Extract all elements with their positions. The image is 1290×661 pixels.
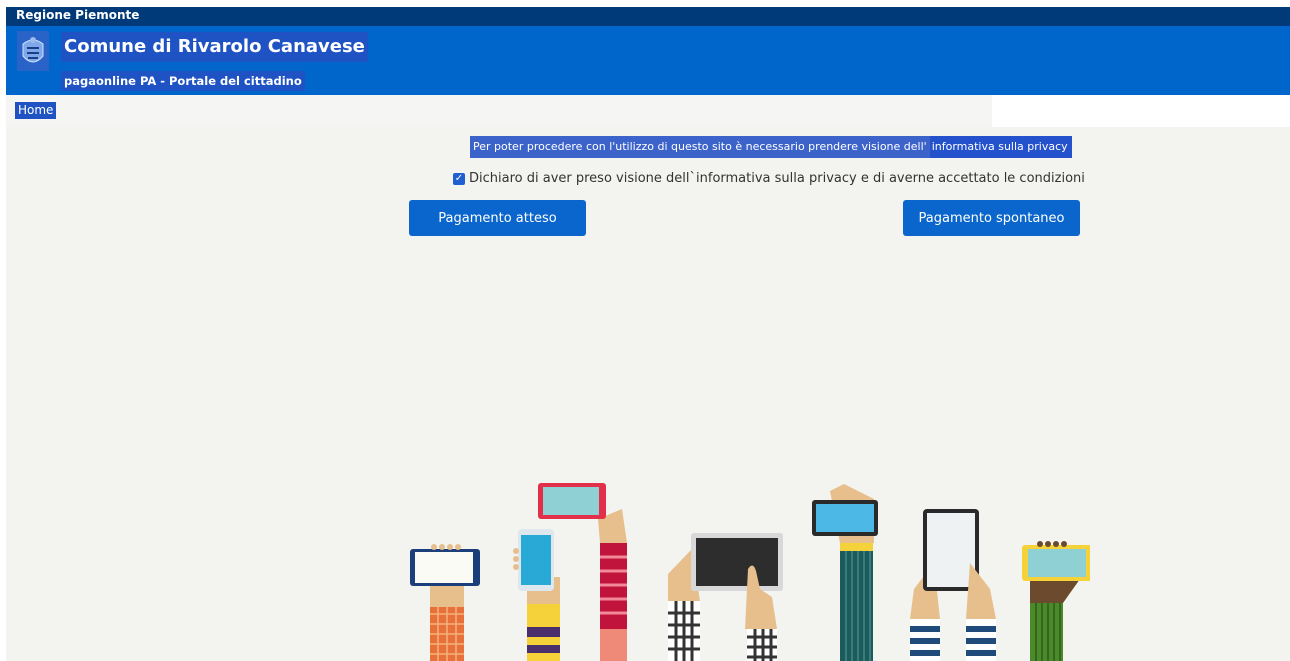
hands-with-devices-illustration	[410, 483, 1090, 661]
privacy-consent[interactable]: ✓ Dichiaro di aver preso visione dell`in…	[453, 171, 1085, 186]
consent-label: Dichiaro di aver preso visione dell`info…	[469, 171, 1085, 186]
breadcrumb: Home	[6, 95, 992, 127]
privacy-notice-text: Per poter procedere con l'utilizzo di qu…	[470, 136, 930, 158]
header: Comune di Rivarolo Canavese pagaonline P…	[6, 26, 1290, 95]
crest-icon	[17, 31, 49, 71]
municipality-title: Comune di Rivarolo Canavese	[61, 32, 368, 62]
expected-payment-button[interactable]: Pagamento atteso	[409, 200, 586, 236]
hand-phone-5-icon	[1022, 541, 1090, 661]
spontaneous-payment-button[interactable]: Pagamento spontaneo	[903, 200, 1080, 236]
hand-tablet-2-icon	[910, 509, 996, 661]
hand-phone-1-icon	[410, 544, 480, 661]
region-bar: Regione Piemonte	[6, 7, 1290, 26]
consent-checkbox[interactable]: ✓	[453, 172, 465, 185]
main-content: Per poter procedere con l'utilizzo di qu…	[6, 127, 1290, 661]
home-link[interactable]: Home	[15, 102, 57, 119]
hand-phone-2-icon	[513, 529, 560, 661]
privacy-policy-link[interactable]: informativa sulla privacy	[929, 136, 1072, 158]
region-name: Regione Piemonte	[16, 8, 140, 22]
hand-tablet-1-icon	[668, 533, 783, 661]
portal-subtitle: pagaonline PA - Portale del cittadino	[61, 71, 305, 91]
hand-phone-4-icon	[812, 484, 878, 661]
privacy-notice: Per poter procedere con l'utilizzo di qu…	[470, 136, 1072, 158]
